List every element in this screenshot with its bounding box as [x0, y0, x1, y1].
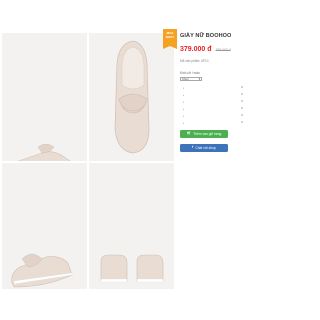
- product-photo-back[interactable]: [89, 163, 174, 289]
- shoe-top-image: [114, 40, 150, 154]
- size-label: Kích cỡ / màu: [180, 71, 200, 75]
- price-row: 379.000 đ 759.000 đ: [180, 46, 252, 53]
- option-bullet: •: [183, 121, 185, 125]
- variant-option[interactable]: •: [180, 119, 243, 126]
- radio-icon[interactable]: [241, 93, 243, 95]
- product-photo-side[interactable]: [2, 33, 87, 161]
- variant-option[interactable]: •: [180, 91, 243, 98]
- radio-icon[interactable]: [241, 121, 243, 123]
- add-to-cart-button[interactable]: 🛒︎ Thêm vào giỏ hàng: [180, 130, 228, 138]
- product-photo-top[interactable]: [89, 33, 174, 161]
- chevron-down-icon: ▾: [198, 77, 200, 81]
- product-info: GIÀY NỮ BOOHOO 379.000 đ 759.000 đ Mã sả…: [180, 33, 252, 152]
- buy-now-badge: MUA NGAY: [163, 29, 177, 49]
- current-price: 379.000 đ: [180, 46, 212, 53]
- option-bullet: •: [183, 93, 185, 97]
- variant-option[interactable]: •: [180, 105, 243, 112]
- cart-icon: 🛒︎: [186, 131, 192, 136]
- old-price: 759.000 đ: [215, 48, 231, 52]
- product-gallery: [0, 0, 176, 320]
- radio-icon[interactable]: [241, 100, 243, 102]
- product-photo-angle[interactable]: [2, 163, 87, 289]
- radio-icon[interactable]: [241, 107, 243, 109]
- variant-options: • • • • • •: [180, 84, 243, 126]
- radio-icon[interactable]: [241, 86, 243, 88]
- option-bullet: •: [183, 100, 185, 104]
- sku-label: Mã sản phẩm:: [180, 59, 201, 63]
- shoe-back-image: [100, 254, 164, 283]
- variant-option[interactable]: •: [180, 84, 243, 91]
- sku-value: #P10: [201, 59, 209, 63]
- chat-shop-button[interactable]: f Chat với shop: [180, 144, 228, 152]
- option-bullet: •: [183, 107, 185, 111]
- size-select[interactable]: Chọn ▾: [180, 77, 202, 81]
- facebook-icon: f: [192, 145, 194, 150]
- option-bullet: •: [183, 86, 185, 90]
- product-sku: Mã sản phẩm: #P10: [180, 59, 252, 63]
- radio-icon[interactable]: [241, 114, 243, 116]
- variant-option[interactable]: •: [180, 98, 243, 105]
- size-select-value: Chọn: [182, 77, 189, 81]
- product-title: GIÀY NỮ BOOHOO: [180, 33, 232, 39]
- badge-line-2: NGAY: [165, 35, 175, 39]
- shoe-angle-image: [11, 253, 73, 288]
- variant-option[interactable]: •: [180, 112, 243, 119]
- chat-shop-label: Chat với shop: [195, 146, 216, 150]
- add-to-cart-label: Thêm vào giỏ hàng: [193, 132, 222, 136]
- option-bullet: •: [183, 114, 185, 118]
- shoe-side-image: [17, 143, 71, 161]
